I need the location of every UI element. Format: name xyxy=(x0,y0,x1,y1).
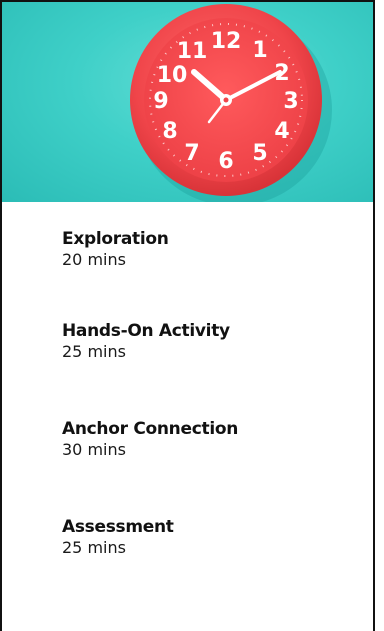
svg-text:4: 4 xyxy=(274,119,289,144)
svg-text:12: 12 xyxy=(211,29,242,54)
svg-text:8: 8 xyxy=(162,119,177,144)
hero-image: 12 1 2 3 4 5 6 7 8 9 10 11 xyxy=(2,2,373,202)
agenda-item-duration: 25 mins xyxy=(62,538,126,557)
agenda-item-duration: 25 mins xyxy=(62,342,126,361)
svg-text:6: 6 xyxy=(218,149,233,174)
svg-text:5: 5 xyxy=(252,141,267,166)
svg-text:7: 7 xyxy=(184,141,199,166)
agenda-item-exploration: Exploration 20 mins xyxy=(62,228,169,270)
agenda-item-anchor-connection: Anchor Connection 30 mins xyxy=(62,418,238,460)
svg-text:3: 3 xyxy=(283,89,298,114)
agenda-item-duration: 20 mins xyxy=(62,250,126,269)
svg-text:9: 9 xyxy=(153,89,168,114)
lesson-schedule-card: 12 1 2 3 4 5 6 7 8 9 10 11 Exploration 2… xyxy=(0,0,375,631)
svg-text:11: 11 xyxy=(177,39,208,64)
agenda-item-title: Exploration xyxy=(62,229,169,249)
agenda-item-assessment: Assessment 25 mins xyxy=(62,516,174,558)
agenda-item-title: Anchor Connection xyxy=(62,419,239,439)
agenda-item-hands-on-activity: Hands-On Activity 25 mins xyxy=(62,320,230,362)
svg-text:1: 1 xyxy=(252,38,267,63)
agenda-item-duration: 30 mins xyxy=(62,440,126,459)
svg-text:10: 10 xyxy=(157,63,188,88)
clock-icon: 12 1 2 3 4 5 6 7 8 9 10 11 xyxy=(130,4,332,202)
agenda-item-title: Assessment xyxy=(62,517,174,537)
agenda-item-title: Hands-On Activity xyxy=(62,321,230,341)
